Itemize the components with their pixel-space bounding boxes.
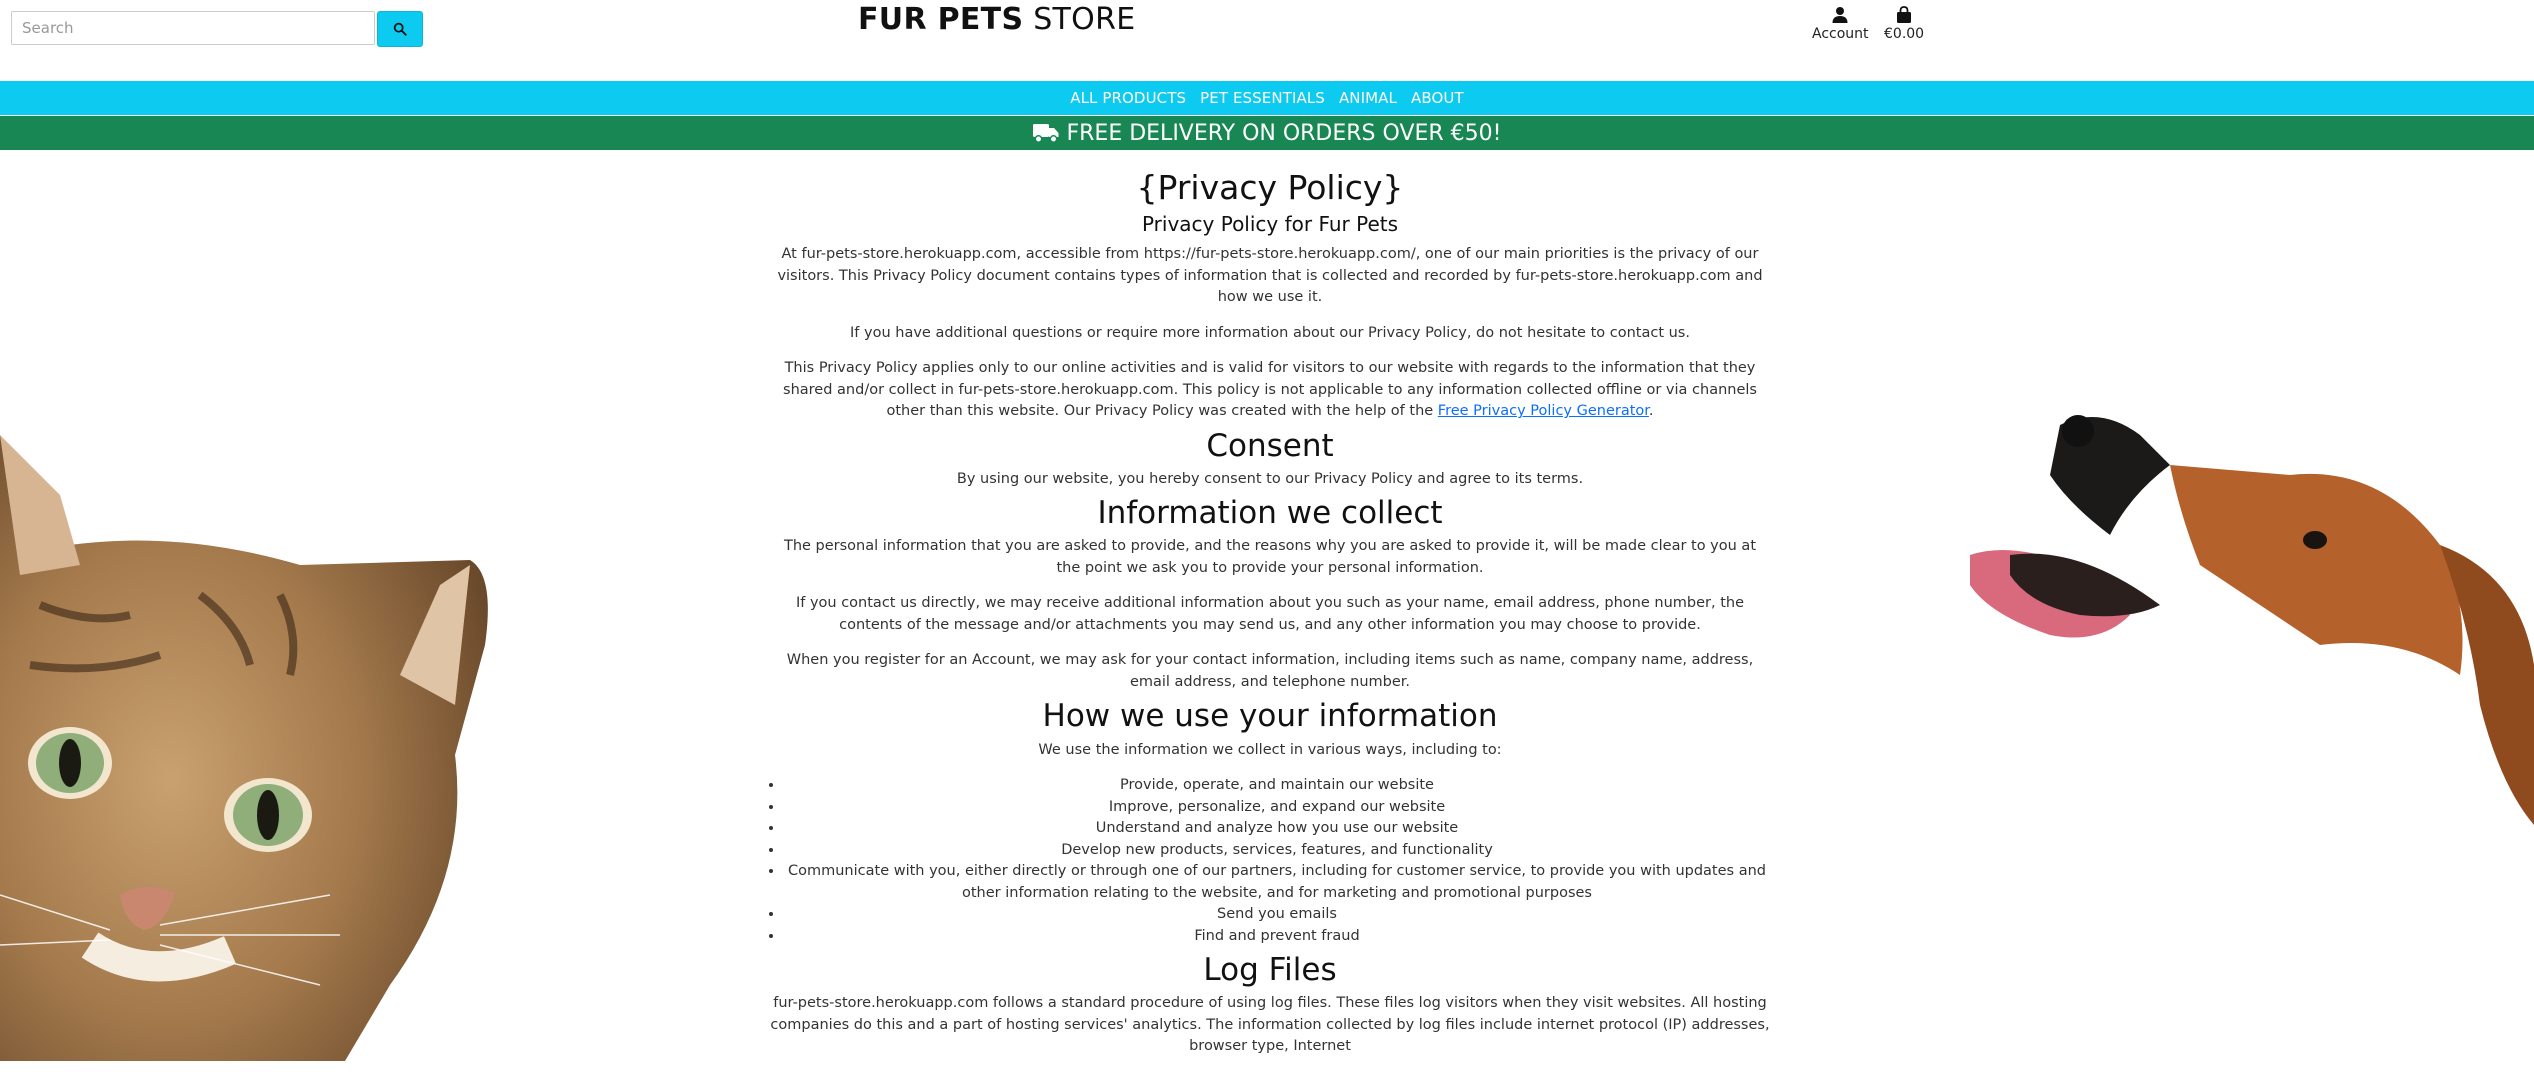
intro-paragraph-3: This Privacy Policy applies only to our … — [770, 358, 1770, 423]
truck-icon — [1033, 124, 1059, 143]
shopping-bag-icon — [1897, 6, 1912, 23]
search-button[interactable] — [377, 11, 423, 47]
privacy-policy-content: {Privacy Policy} Privacy Policy for Fur … — [770, 168, 1770, 1072]
main-nav: ALL PRODUCTS PET ESSENTIALS ANIMAL ABOUT — [0, 81, 2534, 115]
account-label: Account — [1812, 26, 1869, 42]
use-intro: We use the information we collect in var… — [1038, 741, 1502, 758]
collect-paragraph-2: If you contact us directly, we may recei… — [795, 595, 1745, 633]
account-menu[interactable]: Account — [1812, 6, 1869, 42]
user-icon — [1832, 7, 1848, 23]
search-icon — [393, 22, 407, 36]
collect-paragraph-1: The personal information that you are as… — [783, 538, 1757, 576]
use-list: Provide, operate, and maintain our websi… — [770, 775, 1770, 947]
list-item: Understand and analyze how you use our w… — [784, 818, 1770, 840]
consent-heading: Consent — [1206, 427, 1334, 464]
page-subtitle: Privacy Policy for Fur Pets — [1141, 212, 1399, 237]
intro-paragraph-1: At fur-pets-store.herokuapp.com, accessi… — [777, 246, 1763, 306]
nav-pet-essentials[interactable]: PET ESSENTIALS — [1200, 89, 1325, 107]
log-files-paragraph: fur-pets-store.herokuapp.com follows a s… — [770, 995, 1770, 1055]
list-item: Communicate with you, either directly or… — [784, 861, 1770, 904]
logo-text: STORE — [1023, 2, 1136, 37]
list-item: Improve, personalize, and expand our web… — [784, 797, 1770, 819]
list-item: Develop new products, services, features… — [784, 840, 1770, 862]
consent-paragraph: By using our website, you hereby consent… — [956, 470, 1584, 487]
logo-bold-text: FUR PETS — [858, 2, 1024, 37]
store-logo[interactable]: FUR PETS STORE — [858, 2, 1135, 37]
dog-image — [1970, 415, 2534, 1061]
nav-about[interactable]: ABOUT — [1411, 89, 1464, 107]
nav-all-products[interactable]: ALL PRODUCTS — [1070, 89, 1186, 107]
list-item: Send you emails — [784, 904, 1770, 926]
delivery-banner: FREE DELIVERY ON ORDERS OVER €50! — [0, 116, 2534, 150]
shopping-bag[interactable]: €0.00 — [1884, 6, 1924, 42]
search-form — [11, 11, 423, 47]
list-item: Find and prevent fraud — [784, 926, 1770, 948]
intro-paragraph-2: If you have additional questions or requ… — [850, 324, 1690, 341]
log-files-heading: Log Files — [1203, 952, 1337, 989]
bag-total: €0.00 — [1884, 26, 1925, 42]
delivery-text: FREE DELIVERY ON ORDERS OVER €50! — [1066, 120, 1502, 146]
search-input[interactable] — [11, 11, 375, 45]
use-heading: How we use your information — [1042, 698, 1498, 735]
collect-heading: Information we collect — [1097, 495, 1443, 532]
page-title: {Privacy Policy} — [1136, 168, 1404, 207]
cat-image — [0, 435, 488, 1061]
privacy-generator-link[interactable]: Free Privacy Policy Generator — [1438, 403, 1649, 419]
list-item: Provide, operate, and maintain our websi… — [784, 775, 1770, 797]
intro-text-end: . — [1648, 403, 1654, 420]
collect-paragraph-3: When you register for an Account, we may… — [786, 652, 1754, 690]
nav-animal[interactable]: ANIMAL — [1339, 89, 1397, 107]
